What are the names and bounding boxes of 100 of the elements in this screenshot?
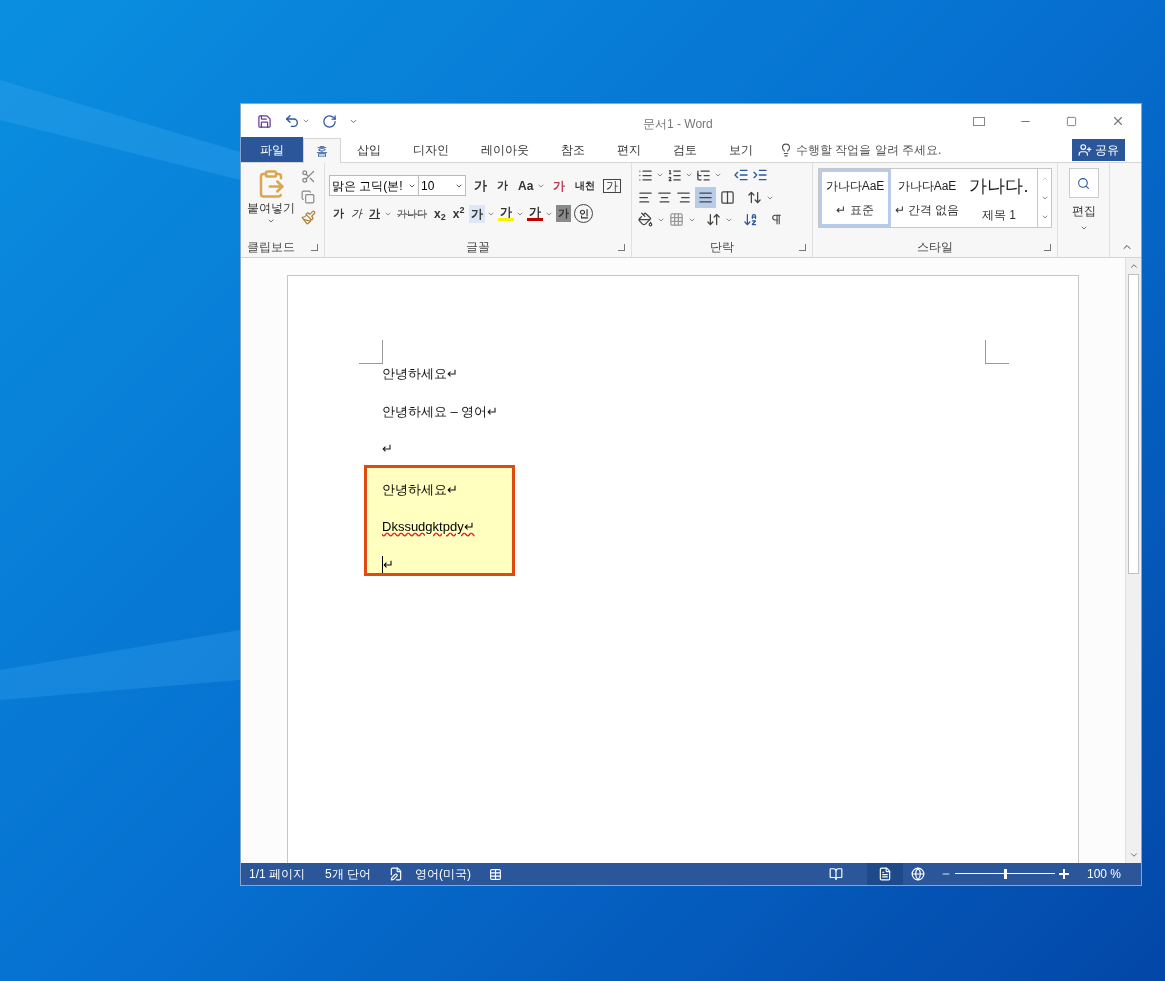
person-add-icon (1078, 143, 1092, 157)
ribbon-tab[interactable]: 삽입 (341, 137, 397, 162)
paragraph-text: 안녕하세요 – 영어↵ (382, 402, 500, 421)
font-format-button[interactable]: x$^{2}$ (450, 204, 467, 223)
word-count[interactable]: 5개 단어 (325, 865, 372, 883)
paragraph-text: 안녕하세요↵ (382, 480, 458, 499)
scrollbar-thumb[interactable] (1128, 274, 1139, 574)
group-label: 글꼴 (466, 239, 490, 256)
paste-button[interactable]: 붙여넣기 (247, 169, 295, 225)
macro-icon[interactable] (489, 867, 503, 881)
share-button[interactable]: 공유 (1072, 139, 1125, 161)
font-format-button[interactable]: 가 (527, 206, 544, 221)
undo-icon[interactable] (284, 113, 300, 129)
page-count[interactable]: 1/1 페이지 (249, 865, 305, 883)
tell-me-field[interactable]: 수행할 작업을 알려 주세요. (796, 140, 996, 159)
dialog-launcher-icon[interactable] (1044, 243, 1051, 251)
align-right-icon[interactable] (676, 190, 691, 205)
scroll-down-icon[interactable] (1128, 850, 1139, 860)
numbering-icon[interactable] (667, 167, 682, 183)
font-format-button[interactable]: Aa (516, 176, 536, 195)
paragraph-text: 안녕하세요↵ (382, 365, 459, 383)
style-gallery-item[interactable]: 가나다AaE ↵ 간격 없음 (891, 169, 963, 227)
font-format-button[interactable]: x$_{2}$ (432, 204, 448, 223)
show-marks-icon[interactable] (770, 213, 783, 226)
shading-icon[interactable] (638, 212, 653, 227)
font-format-button[interactable]: 내천 (573, 180, 598, 191)
line-spacing-icon[interactable] (747, 190, 762, 205)
font-format-button[interactable]: 가 (472, 175, 489, 196)
font-format-button[interactable]: 가 (556, 205, 572, 222)
font-format-button[interactable]: 가 (349, 205, 364, 222)
font-format-button[interactable]: 가 (498, 206, 515, 221)
align-center-icon[interactable] (657, 190, 672, 205)
ribbon-tab[interactable]: 참조 (545, 137, 601, 162)
dialog-launcher-icon[interactable] (311, 243, 318, 251)
font-format-button[interactable]: 가 (495, 177, 510, 194)
page-icon (877, 867, 892, 881)
caret-icon[interactable] (656, 171, 664, 179)
ribbon-tab[interactable]: 검토 (657, 137, 713, 162)
dialog-launcher-icon[interactable] (618, 243, 625, 251)
scroll-down-icon[interactable] (1040, 194, 1049, 202)
bullets-icon[interactable] (638, 167, 653, 183)
redo-icon[interactable] (322, 113, 337, 129)
sort-icon[interactable] (743, 212, 758, 227)
caret-icon[interactable] (714, 171, 722, 179)
format-painter-icon[interactable] (301, 210, 316, 225)
lightbulb-icon (779, 142, 793, 157)
zoom-level[interactable]: 100 % (1086, 865, 1121, 883)
margin-corner-mark (985, 340, 1009, 364)
text-box[interactable]: 안녕하세요↵ Dkssudgktpdy↵ ↵ (364, 464, 515, 576)
read-mode-icon[interactable] (828, 867, 843, 881)
group-label: 스타일 (917, 239, 953, 256)
borders-icon[interactable] (669, 212, 684, 227)
justify-icon[interactable] (695, 187, 716, 208)
font-format-button[interactable]: 가 (551, 176, 568, 195)
ribbon-tab[interactable]: 보기 (713, 137, 769, 162)
ribbon-tab[interactable]: 홈 (303, 138, 341, 163)
proofing-icon[interactable] (389, 867, 404, 881)
maximize-icon[interactable] (1066, 115, 1077, 127)
cut-icon[interactable] (301, 169, 316, 184)
distribute-icon[interactable] (720, 190, 735, 205)
text-direction-icon[interactable] (706, 212, 721, 227)
decrease-indent-icon[interactable] (733, 167, 749, 183)
caret-icon[interactable] (685, 171, 693, 179)
style-name: 제목 1 (982, 206, 1016, 224)
web-layout-icon[interactable] (910, 867, 925, 881)
ribbon-tab[interactable]: 레이아웃 (465, 137, 545, 162)
font-format-button[interactable]: 가 (331, 205, 346, 222)
style-preview: 가나다AaE (897, 178, 957, 195)
save-icon[interactable] (257, 113, 272, 129)
align-left-icon[interactable] (638, 190, 653, 205)
ribbon-tab[interactable]: 디자인 (397, 137, 465, 162)
style-gallery-item[interactable]: 가나다. 제목 1 (963, 169, 1035, 227)
ribbon-tab[interactable]: 파일 (241, 137, 303, 162)
close-icon[interactable] (1111, 114, 1125, 128)
increase-indent-icon[interactable] (752, 167, 768, 183)
ribbon-display-icon[interactable] (973, 116, 985, 126)
window-title: 문서1 - Word (643, 116, 713, 133)
language-label[interactable]: 영어(미국) (415, 865, 472, 883)
font-format-button[interactable]: 가 (367, 205, 382, 222)
zoom-slider-thumb[interactable] (1003, 869, 1007, 879)
font-format-button[interactable]: 가 (469, 204, 486, 223)
print-layout-button[interactable] (866, 863, 903, 885)
font-format-button[interactable]: 가 (603, 178, 622, 193)
paragraph-text: ↵ (382, 440, 394, 458)
ribbon-tab[interactable]: 편지 (601, 137, 657, 162)
group-label: 단락 (710, 239, 734, 256)
scroll-up-icon[interactable] (1128, 261, 1139, 271)
zoom-in-icon[interactable] (1058, 869, 1069, 879)
group-label: 클립보드 (247, 239, 295, 256)
font-size-dropdown[interactable]: 10 (419, 175, 466, 196)
font-name-dropdown[interactable]: 맑은 고딕(본! (329, 175, 419, 196)
style-preview: 가나다. (969, 174, 1029, 198)
style-name: ↵ 간격 없음 (894, 202, 960, 219)
copy-icon[interactable] (301, 190, 315, 204)
caret-icon[interactable] (302, 117, 310, 125)
dialog-launcher-icon[interactable] (799, 243, 806, 251)
multilevel-list-icon[interactable] (696, 167, 711, 183)
paragraph-text: ↵ (383, 555, 394, 574)
style-gallery-item[interactable]: 가나다AaE ↵ 표준 (819, 169, 891, 227)
editing-button[interactable]: 편집 (1068, 168, 1099, 232)
